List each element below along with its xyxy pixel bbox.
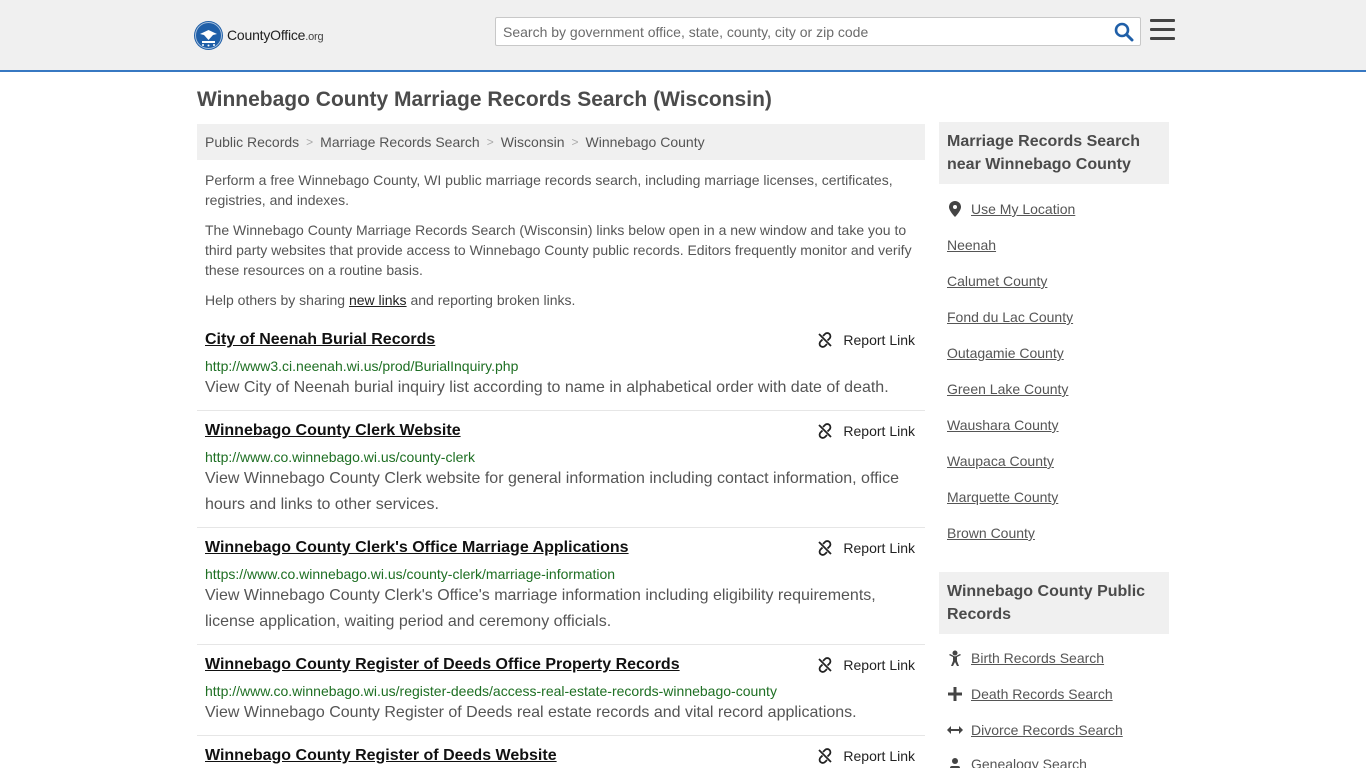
sidebar-nearby-heading: Marriage Records Search near Winnebago C… [939, 122, 1169, 184]
hamburger-menu-icon[interactable] [1150, 19, 1175, 41]
nearby-link-waupaca[interactable]: Waupaca County [947, 453, 1054, 469]
result-item: Winnebago County Register of Deeds Offic… [197, 656, 925, 736]
result-description: View City of Neenah burial inquiry list … [205, 379, 889, 396]
nearby-link-neenah[interactable]: Neenah [947, 237, 996, 253]
report-link-button[interactable]: Report Link [817, 540, 915, 556]
breadcrumb-public-records[interactable]: Public Records [205, 134, 299, 150]
nearby-link-fond-du-lac[interactable]: Fond du Lac County [947, 309, 1073, 325]
chevron-right-icon: > [571, 135, 579, 149]
result-item: Winnebago County Clerk's Office Marriage… [197, 539, 925, 645]
use-my-location-link[interactable]: Use My Location [947, 201, 1075, 217]
search-icon [1114, 22, 1134, 42]
broken-link-icon [818, 540, 833, 556]
result-item: Winnebago County Register of Deeds Websi… [197, 747, 925, 768]
result-title-link[interactable]: Winnebago County Register of Deeds Offic… [205, 656, 680, 674]
seal-icon [194, 20, 223, 50]
nearby-link-waushara[interactable]: Waushara County [947, 417, 1059, 433]
report-link-button[interactable]: Report Link [817, 332, 915, 348]
result-description: View Winnebago County Clerk website for … [205, 470, 899, 513]
nearby-link-green-lake[interactable]: Green Lake County [947, 381, 1068, 397]
report-link-button[interactable]: Report Link [817, 748, 915, 764]
chevron-right-icon: > [306, 135, 314, 149]
nearby-link-marquette[interactable]: Marquette County [947, 489, 1058, 505]
site-logo[interactable]: CountyOffice.org [194, 20, 324, 50]
result-url: https://www.co.winnebago.wi.us/county-cl… [205, 566, 616, 582]
intro-paragraph-3: Help others by sharing new links and rep… [205, 292, 576, 308]
broken-link-icon [818, 748, 833, 764]
result-description: View Winnebago County Register of Deeds … [205, 704, 857, 721]
chevron-right-icon: > [486, 135, 494, 149]
divorce-records-link[interactable]: Divorce Records Search [947, 722, 1123, 738]
result-description: View Winnebago County Clerk's Office's m… [205, 587, 876, 630]
page-title: Winnebago County Marriage Records Search… [197, 88, 772, 111]
death-records-link[interactable]: Death Records Search [947, 686, 1113, 702]
nearby-link-calumet[interactable]: Calumet County [947, 273, 1047, 289]
sidebar-public-records-heading: Winnebago County Public Records [939, 572, 1169, 634]
breadcrumb: Public Records > Marriage Records Search… [197, 124, 925, 160]
result-url: http://www3.ci.neenah.wi.us/prod/BurialI… [205, 358, 519, 374]
broken-link-icon [818, 657, 833, 673]
result-title-link[interactable]: Winnebago County Clerk Website [205, 422, 461, 440]
nearby-link-outagamie[interactable]: Outagamie County [947, 345, 1064, 361]
breadcrumb-wisconsin[interactable]: Wisconsin [501, 134, 565, 150]
report-link-button[interactable]: Report Link [817, 657, 915, 673]
breadcrumb-winnebago[interactable]: Winnebago County [586, 134, 705, 150]
intro-paragraph-1: Perform a free Winnebago County, WI publ… [205, 172, 893, 208]
cross-icon [947, 686, 963, 702]
broken-link-icon [818, 332, 833, 348]
result-url: http://www.co.winnebago.wi.us/county-cle… [205, 449, 476, 465]
baby-icon [947, 650, 963, 666]
breadcrumb-marriage-records[interactable]: Marriage Records Search [320, 134, 480, 150]
map-pin-icon [947, 201, 963, 217]
result-title-link[interactable]: Winnebago County Register of Deeds Websi… [205, 747, 557, 765]
new-links-link[interactable]: new links [349, 292, 407, 308]
result-url: http://www.co.winnebago.wi.us/register-d… [205, 683, 777, 699]
nearby-link-brown[interactable]: Brown County [947, 525, 1035, 541]
broken-link-icon [818, 423, 833, 439]
search-box [495, 17, 1141, 46]
arrows-horizontal-icon [947, 722, 963, 738]
birth-records-link[interactable]: Birth Records Search [947, 650, 1104, 666]
family-tree-icon [947, 756, 963, 768]
genealogy-search-link[interactable]: Genealogy Search [947, 756, 1087, 768]
search-input[interactable] [503, 18, 1103, 45]
result-title-link[interactable]: Winnebago County Clerk's Office Marriage… [205, 539, 629, 557]
result-title-link[interactable]: City of Neenah Burial Records [205, 331, 435, 349]
result-item: Winnebago County Clerk Website Report Li… [197, 422, 925, 528]
logo-text: CountyOffice.org [227, 27, 324, 43]
intro-paragraph-2: The Winnebago County Marriage Records Se… [205, 222, 912, 278]
report-link-button[interactable]: Report Link [817, 423, 915, 439]
search-button[interactable] [1114, 22, 1134, 42]
result-item: City of Neenah Burial Records Report Lin… [197, 331, 925, 411]
site-header: CountyOffice.org [0, 0, 1366, 72]
